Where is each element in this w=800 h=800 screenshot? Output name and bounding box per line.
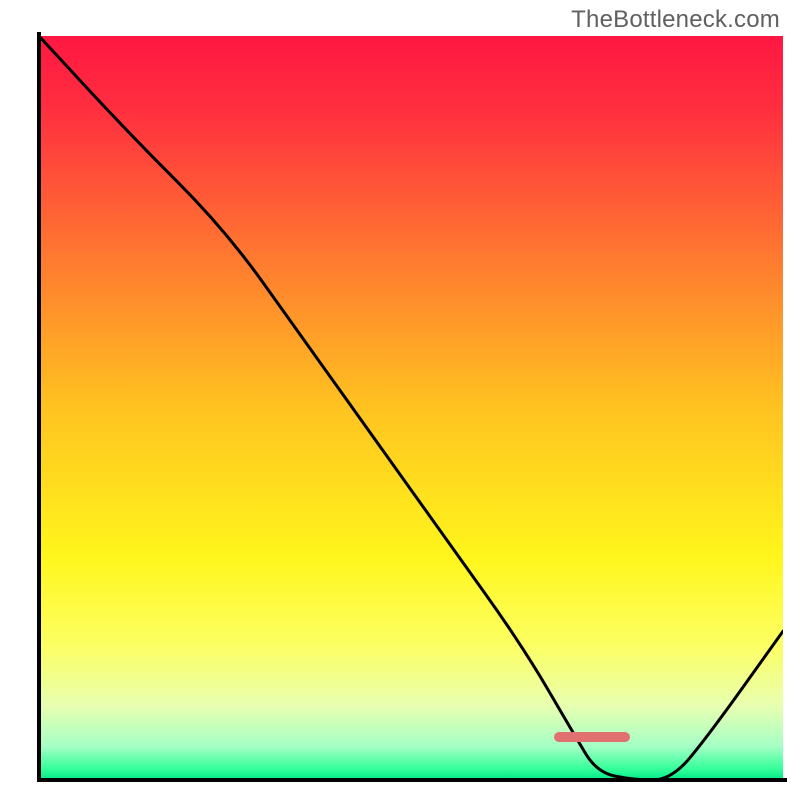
axes-svg <box>0 0 800 800</box>
watermark-text: TheBottleneck.com <box>571 6 780 34</box>
chart-container: TheBottleneck.com <box>0 0 800 800</box>
